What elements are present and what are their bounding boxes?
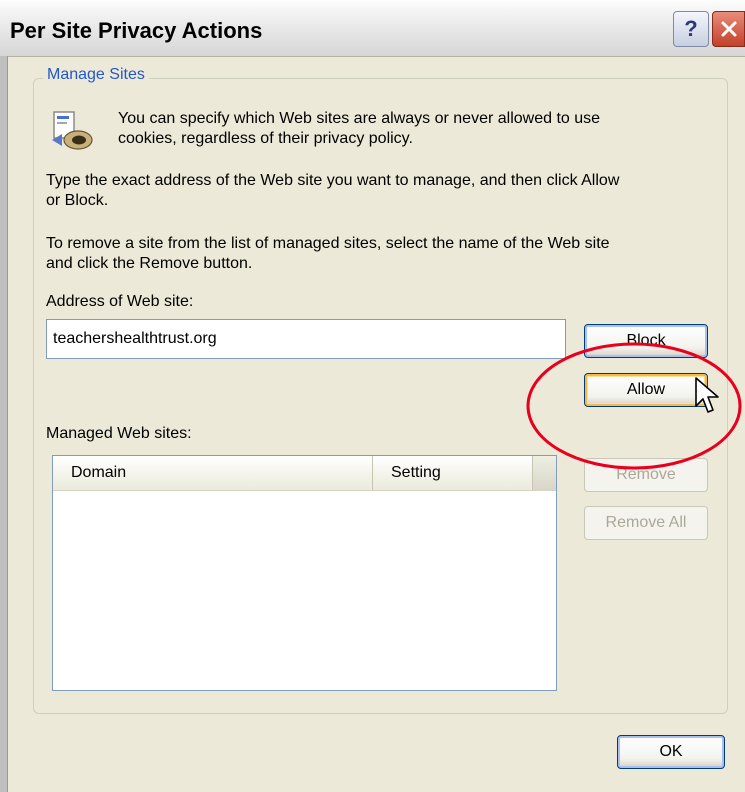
column-header-setting[interactable]: Setting [373,456,533,490]
help-icon: ? [684,16,698,41]
title-bar: Per Site Privacy Actions ? [0,0,745,57]
help-button[interactable]: ? [673,11,709,47]
ok-button[interactable]: OK [617,735,725,769]
mouse-pointer-icon [695,377,719,413]
close-button[interactable] [712,11,745,47]
list-header: Domain Setting [53,456,556,491]
manage-sites-legend: Manage Sites [43,66,149,84]
instructions-allow-block-line-1: Type the exact address of the Web site y… [46,172,620,189]
per-site-privacy-actions-dialog: Per Site Privacy Actions ? Manage Sites … [0,0,745,792]
instructions-remove-line-2: and click the Remove button. [46,255,253,272]
instructions-allow-block-line-2: or Block. [46,192,109,209]
dialog-title: Per Site Privacy Actions [10,18,263,43]
close-icon [721,21,736,37]
managed-sites-list[interactable]: Domain Setting [52,455,557,691]
cookie-privacy-icon [52,111,93,150]
column-header-domain[interactable]: Domain [53,456,373,490]
window-frame-left [0,56,8,792]
intro-text-line-2: cookies, regardless of their privacy pol… [118,130,413,147]
instructions-remove-line-1: To remove a site from the list of manage… [46,235,610,252]
managed-sites-label: Managed Web sites: [46,425,192,442]
remove-all-button[interactable]: Remove All [584,506,708,540]
address-label: Address of Web site: [46,293,194,310]
intro-text-line-1: You can specify which Web sites are alwa… [118,110,601,127]
address-input[interactable] [46,319,566,359]
